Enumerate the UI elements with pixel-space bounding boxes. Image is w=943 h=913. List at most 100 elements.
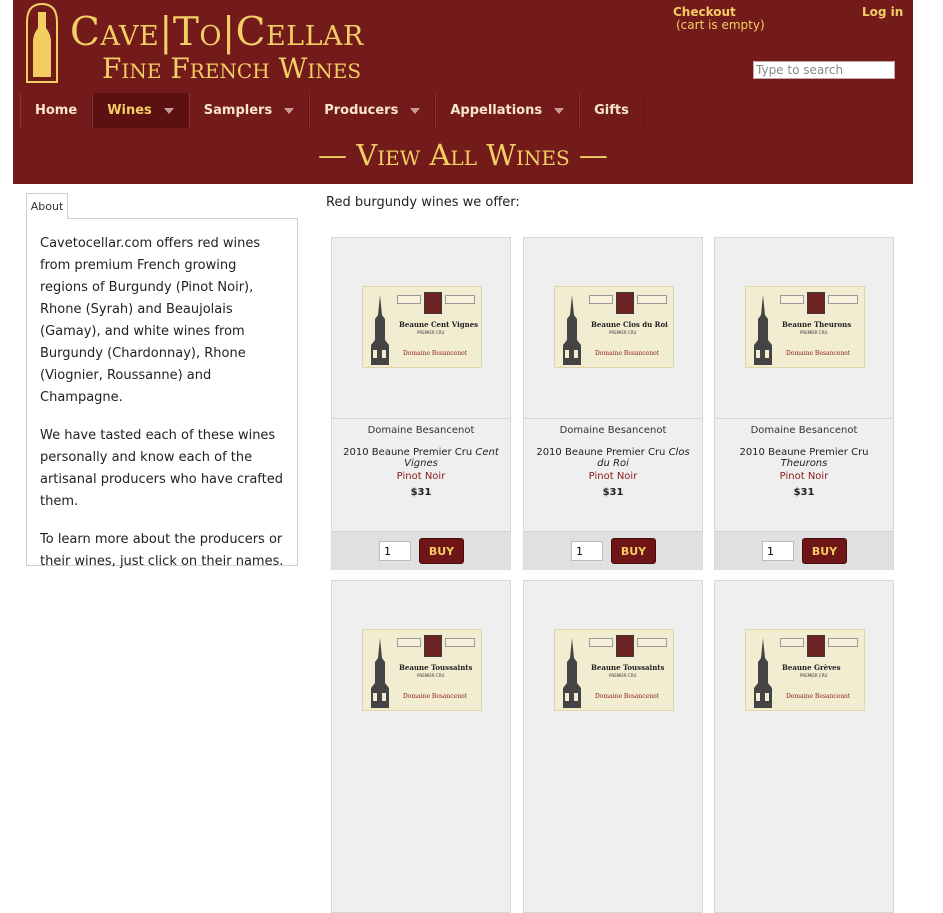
- wine-name-vineyard: Theurons: [780, 458, 828, 469]
- logo-title[interactable]: Cave|To|Cellar: [70, 10, 364, 55]
- church-steeple-icon: [371, 638, 389, 708]
- wine-name-prefix: 2010 Beaune Premier Cru: [343, 447, 476, 458]
- label-banner: [637, 638, 667, 647]
- main-nav: Home Wines Samplers Producers Appellatio…: [20, 93, 644, 128]
- label-domaine: Domaine Besancenot: [786, 693, 851, 700]
- nav-label: Appellations: [450, 103, 543, 118]
- product-card: Beaune Clos du Roi PREMIER CRU Domaine B…: [523, 237, 703, 570]
- nav-appellations[interactable]: Appellations: [435, 93, 580, 128]
- chevron-down-icon: [284, 107, 295, 114]
- divider: [715, 418, 893, 419]
- label-banner: [589, 638, 613, 647]
- login-link[interactable]: Log in: [862, 5, 903, 19]
- label-wine-name: Beaune Toussaints: [399, 663, 473, 672]
- chevron-down-icon: [163, 107, 174, 114]
- wine-name-link[interactable]: 2010 Beaune Premier Cru Theurons: [721, 447, 887, 469]
- nav-label: Samplers: [203, 103, 273, 118]
- label-banner: [780, 295, 804, 304]
- crest-icon: [424, 635, 442, 657]
- page-title: — View All Wines —: [318, 138, 608, 172]
- about-paragraph: To learn more about the producers or the…: [40, 532, 284, 569]
- intro-text: Red burgundy wines we offer:: [326, 195, 520, 210]
- chevron-down-icon: [554, 107, 565, 114]
- label-wine-name: Beaune Toussaints: [591, 663, 665, 672]
- card-footer: BUY: [715, 531, 893, 570]
- nav-home[interactable]: Home: [20, 93, 93, 128]
- nav-gifts[interactable]: Gifts: [579, 93, 644, 128]
- chevron-down-icon: [410, 107, 421, 114]
- nav-samplers[interactable]: Samplers: [188, 93, 310, 128]
- price: $31: [793, 487, 815, 498]
- label-domaine: Domaine Besancenot: [403, 693, 468, 700]
- about-panel: Cavetocellar.com offers red wines from p…: [26, 218, 298, 569]
- product-card: Beaune Toussaints PREMIER CRU Domaine Be…: [523, 580, 703, 913]
- church-steeple-icon: [563, 295, 581, 365]
- label-premier-cru: PREMIER CRU: [417, 330, 445, 335]
- label-banner: [397, 295, 421, 304]
- label-banner: [397, 638, 421, 647]
- buy-button[interactable]: BUY: [611, 538, 656, 564]
- quantity-input[interactable]: [762, 541, 794, 561]
- nav-label: Producers: [324, 103, 399, 118]
- wine-label-image[interactable]: Beaune Theurons PREMIER CRU Domaine Besa…: [745, 286, 865, 368]
- nav-label: Wines: [107, 103, 152, 118]
- label-premier-cru: PREMIER CRU: [800, 330, 828, 335]
- checkout-link[interactable]: Checkout: [673, 5, 736, 19]
- product-image-area: Beaune Clos du Roi PREMIER CRU Domaine B…: [524, 238, 702, 418]
- nav-producers[interactable]: Producers: [309, 93, 436, 128]
- wine-label-image[interactable]: Beaune Toussaints PREMIER CRU Domaine Be…: [362, 629, 482, 711]
- quantity-input[interactable]: [571, 541, 603, 561]
- varietal: Pinot Noir: [396, 471, 446, 482]
- crest-icon: [807, 292, 825, 314]
- price: $31: [410, 487, 432, 498]
- label-banner: [445, 295, 475, 304]
- crest-icon: [807, 635, 825, 657]
- label-premier-cru: PREMIER CRU: [609, 330, 637, 335]
- label-banner: [780, 638, 804, 647]
- buy-button[interactable]: BUY: [802, 538, 847, 564]
- wine-label-image[interactable]: Beaune Cent Vignes PREMIER CRU Domaine B…: [362, 286, 482, 368]
- label-domaine: Domaine Besancenot: [786, 350, 851, 357]
- producer-link[interactable]: Domaine Besancenot: [332, 425, 510, 436]
- church-steeple-icon: [371, 295, 389, 365]
- bottle-logo-icon[interactable]: [24, 2, 60, 85]
- producer-link[interactable]: Domaine Besancenot: [715, 425, 893, 436]
- logo-subtitle[interactable]: Fine French Wines: [102, 52, 361, 85]
- product-image-area: Beaune Toussaints PREMIER CRU Domaine Be…: [524, 581, 702, 761]
- wine-name-link[interactable]: 2010 Beaune Premier Cru Clos du Roi: [530, 447, 696, 469]
- wine-name-prefix: 2010 Beaune Premier Cru: [739, 447, 869, 458]
- label-domaine: Domaine Besancenot: [595, 693, 660, 700]
- label-domaine: Domaine Besancenot: [595, 350, 660, 357]
- quantity-input[interactable]: [379, 541, 411, 561]
- buy-button[interactable]: BUY: [419, 538, 464, 564]
- nav-label: Gifts: [594, 103, 629, 118]
- crest-icon: [424, 292, 442, 314]
- product-card: Beaune Toussaints PREMIER CRU Domaine Be…: [331, 580, 511, 913]
- card-footer: BUY: [332, 531, 510, 570]
- wine-name-link[interactable]: 2010 Beaune Premier Cru Cent Vignes: [338, 447, 504, 469]
- church-steeple-icon: [754, 638, 772, 708]
- about-paragraph: Cavetocellar.com offers red wines from p…: [40, 236, 261, 405]
- wine-label-image[interactable]: Beaune Clos du Roi PREMIER CRU Domaine B…: [554, 286, 674, 368]
- product-image-area: Beaune Grèves PREMIER CRU Domaine Besanc…: [715, 581, 893, 761]
- producer-link[interactable]: Domaine Besancenot: [524, 425, 702, 436]
- wine-label-image[interactable]: Beaune Grèves PREMIER CRU Domaine Besanc…: [745, 629, 865, 711]
- nav-wines[interactable]: Wines: [92, 93, 189, 128]
- label-wine-name: Beaune Theurons: [782, 320, 852, 329]
- crest-icon: [616, 635, 634, 657]
- label-banner: [828, 638, 858, 647]
- product-card: Beaune Grèves PREMIER CRU Domaine Besanc…: [714, 580, 894, 913]
- varietal: Pinot Noir: [588, 471, 638, 482]
- product-image-area: Beaune Cent Vignes PREMIER CRU Domaine B…: [332, 238, 510, 418]
- wine-label-image[interactable]: Beaune Toussaints PREMIER CRU Domaine Be…: [554, 629, 674, 711]
- search-input[interactable]: [753, 61, 895, 79]
- about-paragraph: We have tasted each of these wines perso…: [40, 428, 284, 509]
- label-wine-name: Beaune Grèves: [782, 663, 841, 672]
- tab-about[interactable]: About: [26, 193, 68, 219]
- label-banner: [637, 295, 667, 304]
- nav-label: Home: [35, 103, 78, 118]
- product-card: Beaune Theurons PREMIER CRU Domaine Besa…: [714, 237, 894, 570]
- price: $31: [602, 487, 624, 498]
- crest-icon: [616, 292, 634, 314]
- product-image-area: Beaune Toussaints PREMIER CRU Domaine Be…: [332, 581, 510, 761]
